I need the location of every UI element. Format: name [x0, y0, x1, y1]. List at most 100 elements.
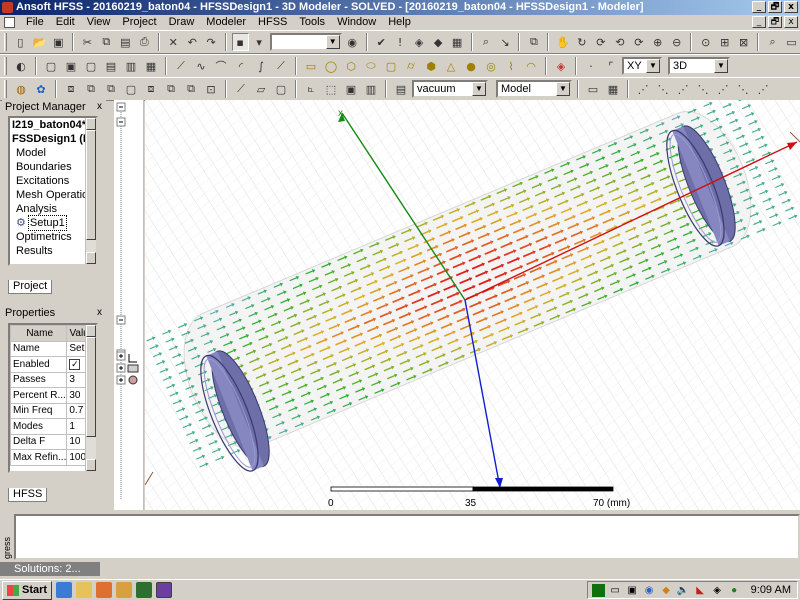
zoom-in-icon[interactable]: ⊕: [649, 33, 666, 51]
equation-curve-icon[interactable]: ∫: [252, 57, 270, 75]
scroll-up-arrow[interactable]: [86, 118, 96, 130]
tab-project[interactable]: Project: [8, 280, 53, 294]
fit-icon[interactable]: ↘: [497, 33, 514, 51]
snap-mid-icon[interactable]: ⋰: [754, 80, 772, 98]
clock[interactable]: 9:09 AM: [751, 584, 791, 596]
security-icon[interactable]: ◆: [660, 584, 673, 597]
minimize-button[interactable]: _: [752, 1, 766, 13]
window-icon[interactable]: ⧉: [525, 33, 542, 51]
fit-all-icon[interactable]: ▭: [783, 33, 800, 51]
scroll-thumb[interactable]: [86, 337, 96, 437]
scroll-down-arrow[interactable]: [86, 459, 96, 471]
mirror-icon[interactable]: ▦: [142, 57, 160, 75]
scroll-up-arrow[interactable]: [86, 325, 96, 337]
zoom-icon[interactable]: ⌕: [764, 33, 781, 51]
toolbar-grip[interactable]: [4, 80, 7, 98]
cut-icon[interactable]: ✂: [79, 33, 96, 51]
select-dropdown-icon[interactable]: ▾: [251, 33, 268, 51]
redo-icon[interactable]: ↷: [203, 33, 220, 51]
duplicate-along-line-icon[interactable]: ⧈: [142, 80, 160, 98]
mirror-object-icon[interactable]: ⧉: [102, 80, 120, 98]
status-icon[interactable]: ●: [728, 584, 741, 597]
snap-quadrant-icon[interactable]: ⋰: [714, 80, 732, 98]
cone-icon[interactable]: △: [442, 57, 460, 75]
pan-hand-icon[interactable]: ✋: [554, 33, 571, 51]
global-cs-icon[interactable]: ▥: [362, 80, 380, 98]
document-icon[interactable]: [4, 17, 15, 28]
field-overlay-icon[interactable]: ◆: [430, 33, 447, 51]
snap-face-icon[interactable]: ⋰: [674, 80, 692, 98]
property-row[interactable]: Modes 1: [10, 418, 96, 435]
enabled-checkbox[interactable]: ✓: [69, 358, 81, 370]
plane-select[interactable]: XY ▼: [622, 57, 662, 75]
material-select[interactable]: vacuum ▼: [412, 80, 488, 98]
rotate-center-icon[interactable]: ⟳: [592, 33, 609, 51]
network-icon[interactable]: ▭: [609, 584, 622, 597]
snap-arc-icon[interactable]: ⋱: [734, 80, 752, 98]
close-icon[interactable]: x: [97, 306, 102, 320]
tree-item-mesh-operations[interactable]: Mesh Operations: [10, 188, 96, 202]
acrobat-icon[interactable]: ◣: [694, 584, 707, 597]
hfss-task-icon[interactable]: [156, 582, 173, 598]
tree-item-model[interactable]: Model: [10, 146, 96, 160]
doc-minimize-button[interactable]: _: [752, 16, 766, 28]
ellipse-icon[interactable]: ⬭: [362, 57, 380, 75]
selection-filter-combo[interactable]: ▼: [269, 33, 342, 51]
delete-icon[interactable]: ✕: [165, 33, 182, 51]
dimension-select[interactable]: 3D ▼: [668, 57, 730, 75]
tray-app-icon[interactable]: [591, 583, 605, 597]
monitor-icon[interactable]: ▣: [626, 584, 639, 597]
tree-item-boundaries[interactable]: Boundaries: [10, 160, 96, 174]
line-icon[interactable]: ⟋: [172, 57, 190, 75]
tree-item-setup1[interactable]: ⚙ Setup1: [10, 215, 96, 231]
rotate-axis-icon[interactable]: ⟲: [611, 33, 628, 51]
arc-center-icon[interactable]: ◜: [232, 57, 250, 75]
menu-modeler[interactable]: Modeler: [200, 15, 252, 30]
rotate-icon[interactable]: ↻: [573, 33, 590, 51]
save-icon[interactable]: ▣: [50, 33, 67, 51]
split-icon[interactable]: ▤: [102, 57, 120, 75]
menu-draw[interactable]: Draw: [163, 15, 201, 30]
menu-hfss[interactable]: HFSS: [252, 15, 293, 30]
open-folder-icon[interactable]: 📂: [31, 33, 48, 51]
polyline-icon[interactable]: ⟋: [272, 57, 290, 75]
validate-icon[interactable]: ✔: [373, 33, 390, 51]
spiral-icon[interactable]: ◠: [522, 57, 540, 75]
tab-hfss[interactable]: HFSS: [8, 488, 48, 502]
start-button[interactable]: Start: [2, 580, 53, 600]
tree-design-node[interactable]: FSSDesign1 (Eige: [10, 132, 96, 146]
menu-window[interactable]: Window: [331, 15, 382, 30]
move-icon[interactable]: ⧈: [62, 80, 80, 98]
snap-vertex-icon[interactable]: ⋰: [634, 80, 652, 98]
model-select[interactable]: Model ▼: [496, 80, 572, 98]
grid-snap-icon[interactable]: ▦: [604, 80, 622, 98]
property-row[interactable]: Min Freq 0.7: [10, 402, 96, 419]
spline-icon[interactable]: ∿: [192, 57, 210, 75]
solutions-minimized-window[interactable]: Solutions: 2...: [0, 562, 100, 576]
scale-icon[interactable]: ⊡: [202, 80, 220, 98]
column-header-name[interactable]: Name: [10, 325, 68, 342]
media-player-icon[interactable]: [96, 582, 113, 598]
sweep-object-icon[interactable]: ⟋: [232, 80, 250, 98]
wave-port-icon[interactable]: ◍: [12, 80, 30, 98]
select-icon[interactable]: ▪: [231, 33, 249, 51]
volume-icon[interactable]: 🔈: [677, 584, 690, 597]
modeler-viewport[interactable]: x 0 35 70 (mm): [145, 100, 800, 510]
toolbar-grip[interactable]: [4, 33, 7, 51]
scroll-thumb[interactable]: [86, 130, 96, 240]
restore-button[interactable]: 🗗: [768, 1, 782, 13]
sphere-icon[interactable]: ●: [462, 57, 480, 75]
subtract-icon[interactable]: ▣: [62, 57, 80, 75]
menu-tools[interactable]: Tools: [293, 15, 331, 30]
property-row[interactable]: Enabled ✓: [10, 356, 96, 373]
search-icon[interactable]: ⌕: [478, 33, 495, 51]
connect-icon[interactable]: ▢: [272, 80, 290, 98]
property-row[interactable]: Passes 3: [10, 371, 96, 388]
zoom-selection-icon[interactable]: ⊠: [735, 33, 752, 51]
scroll-down-arrow[interactable]: [86, 252, 96, 264]
rectangle-icon[interactable]: ▭: [302, 57, 320, 75]
menu-file[interactable]: File: [20, 15, 50, 30]
console-icon[interactable]: [136, 582, 153, 598]
duplicate-around-axis-icon[interactable]: ⧉: [162, 80, 180, 98]
object-cs-icon[interactable]: ▣: [342, 80, 360, 98]
